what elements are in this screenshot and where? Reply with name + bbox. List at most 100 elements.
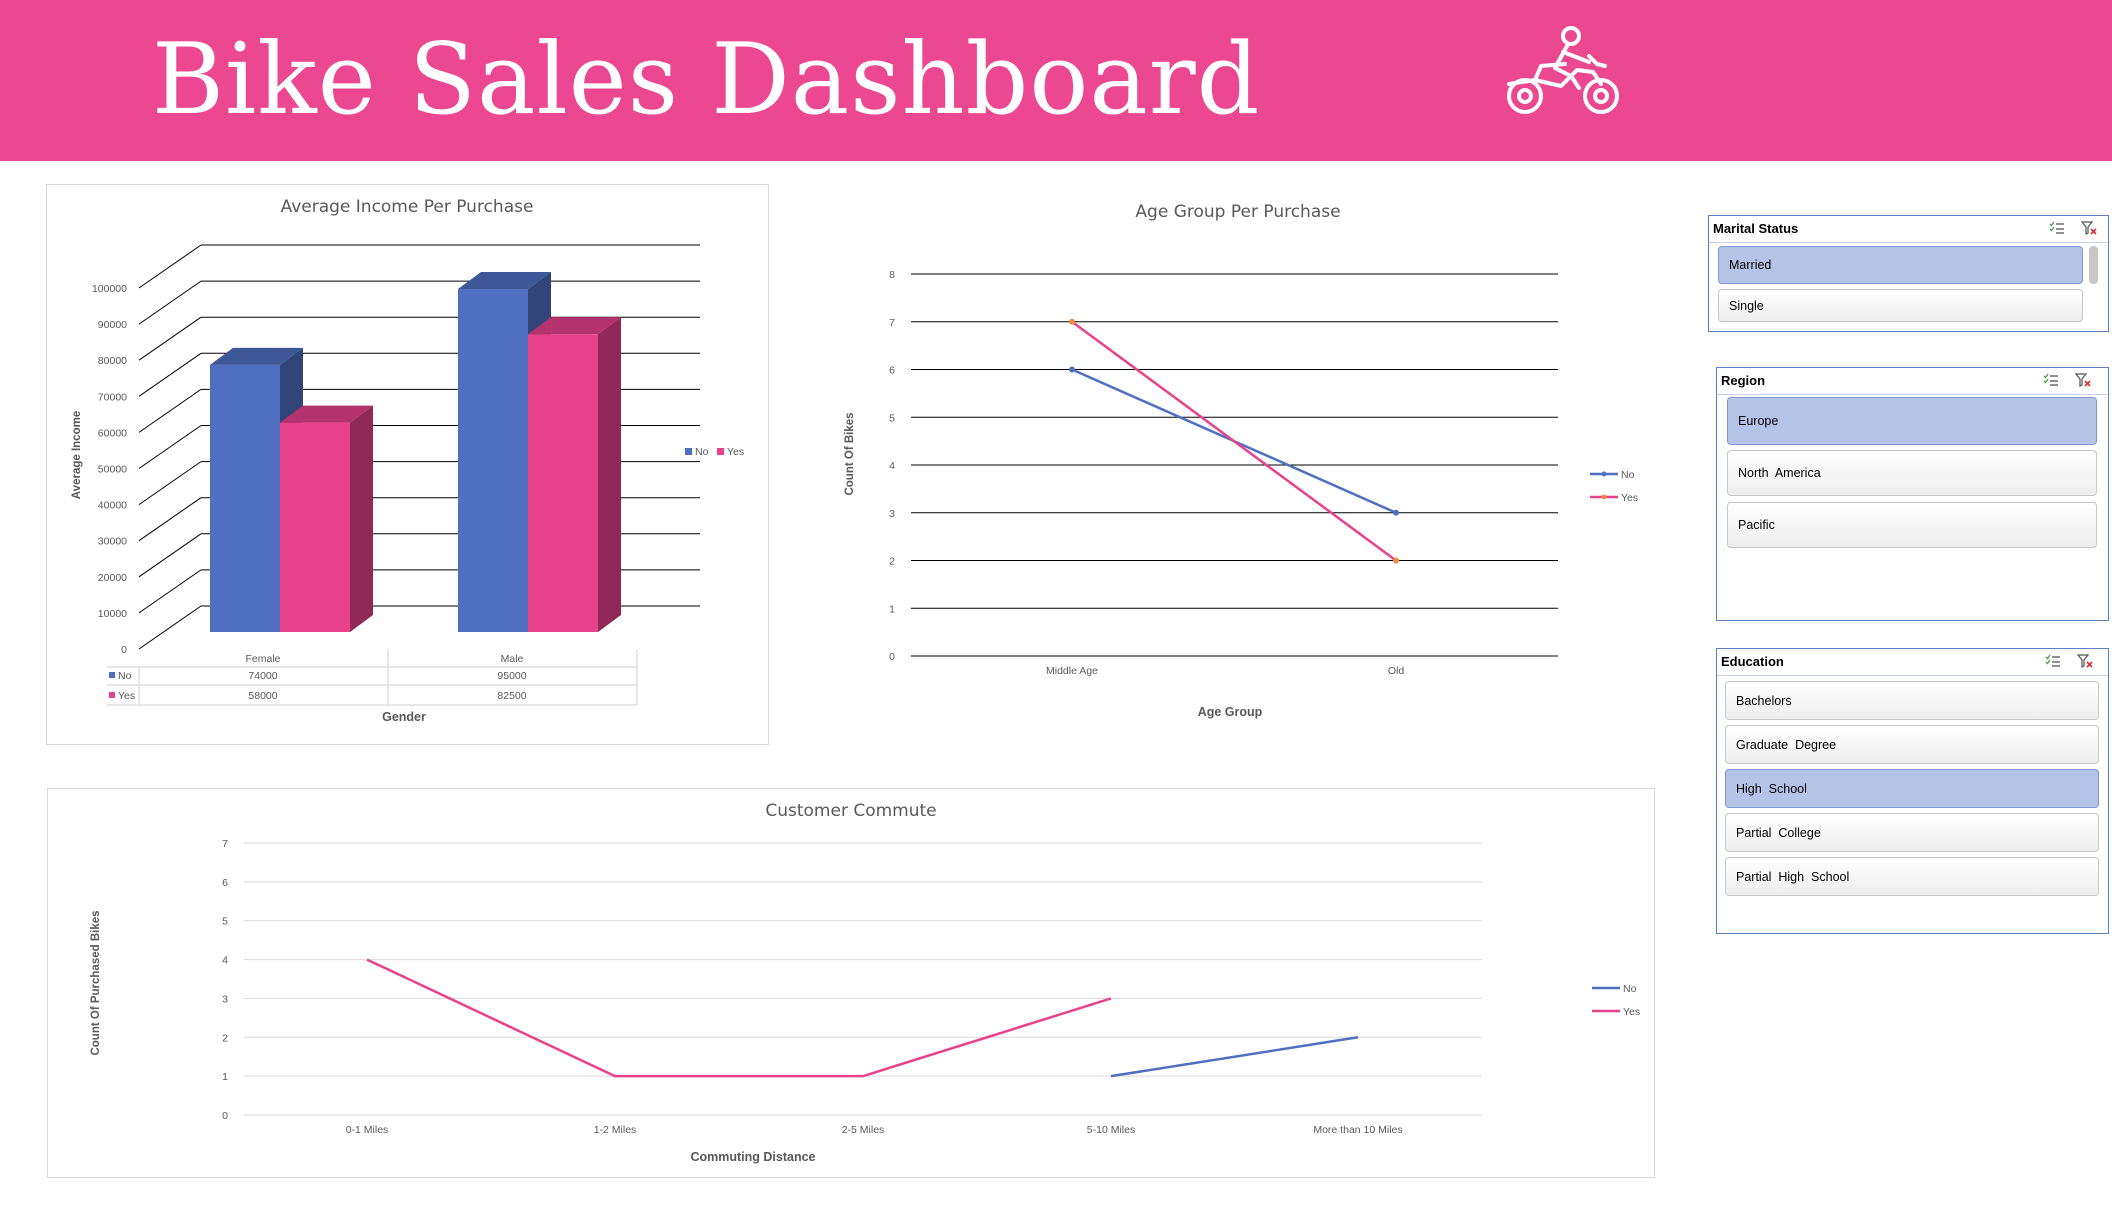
age-point-no: [1069, 366, 1075, 373]
commute-y-tick: 5: [222, 916, 228, 928]
slicer-item-high-school[interactable]: High School: [1725, 769, 2099, 808]
commute-y-tick: 2: [222, 1032, 228, 1044]
slicer-item-bachelors[interactable]: Bachelors: [1725, 681, 2099, 720]
age-y-tick: 8: [889, 269, 895, 281]
age-legend-yes-marker: [1601, 494, 1607, 500]
commute-series-yes: [366, 958, 1112, 1078]
legend-yes-label: Yes: [727, 446, 744, 458]
bar-yes-female: [280, 422, 350, 632]
commute-x-tick: 5-10 Miles: [1087, 1124, 1135, 1136]
clear-filter-icon[interactable]: [2081, 221, 2097, 235]
slicer-header: Marital Status: [1709, 216, 2108, 243]
table-yes-swatch: [109, 692, 115, 698]
bar-side-yes-female: [350, 405, 373, 632]
income-y-axis-label: Average Income: [71, 411, 83, 499]
multi-select-icon[interactable]: [2043, 373, 2059, 387]
income-y-tick: 30000: [98, 536, 127, 548]
multi-select-icon[interactable]: [2045, 654, 2061, 668]
table-row-no-label: No: [118, 670, 132, 682]
motorbike-rider-icon: [1507, 26, 1619, 114]
age-x-axis-label: Age Group: [1198, 705, 1263, 719]
age-series-yes: [1071, 320, 1397, 562]
income-gridline-diagonal: [138, 352, 202, 397]
age-chart-title: Age Group Per Purchase: [1135, 202, 1340, 222]
commute-y-axis-label: Count Of Purchased Bikes: [90, 910, 102, 1055]
slicer-scrollbar[interactable]: [2089, 246, 2098, 284]
commute-legend-no-label: No: [1623, 983, 1637, 995]
slicer-item-europe[interactable]: Europe: [1727, 397, 2097, 445]
age-y-tick: 5: [889, 412, 895, 424]
commute-chart-title: Customer Commute: [765, 801, 936, 821]
table-cell-male-yes: 82500: [497, 690, 526, 702]
income-y-tick: 40000: [98, 500, 127, 512]
income-y-tick: 60000: [98, 427, 127, 439]
age-y-tick: 6: [889, 365, 895, 377]
slicer-item-partial-college[interactable]: Partial College: [1725, 813, 2099, 852]
table-cell-male-no: 95000: [497, 670, 526, 682]
income-y-tick: 80000: [98, 355, 127, 367]
slicer-title: Region: [1721, 373, 1766, 388]
income-x-tick: Male: [501, 653, 524, 665]
legend-no-label: No: [695, 446, 709, 458]
clear-filter-icon[interactable]: [2075, 373, 2091, 387]
income-gridline-diagonal: [138, 461, 202, 506]
legend-yes-swatch: [717, 448, 724, 455]
slicer-title: Marital Status: [1713, 221, 1799, 236]
slicer-item-graduate-degree[interactable]: Graduate Degree: [1725, 725, 2099, 764]
dashboard-title: Bike Sales Dashboard: [152, 23, 1261, 137]
income-y-tick: 50000: [98, 464, 127, 476]
income-gridline-diagonal: [138, 280, 202, 325]
commute-chart-panel: Customer Commute 0 1 2 3 4 5 6 7 0-1 Miles 1-2 Mi…: [47, 788, 1655, 1178]
age-point-yes: [1393, 557, 1399, 564]
slicer-item-married[interactable]: Married: [1718, 246, 2083, 284]
slicer-item-partial-high-school[interactable]: Partial High School: [1725, 857, 2099, 896]
slicer-header: Education: [1717, 649, 2108, 676]
age-y-tick: 3: [889, 508, 895, 520]
income-chart: Average Income Per Purchase 0 10000 20000 3…: [71, 197, 744, 724]
age-legend-yes-label: Yes: [1621, 492, 1638, 504]
region-slicer: Region Europe North America Pacific: [1716, 367, 2109, 621]
income-y-tick: 20000: [98, 572, 127, 584]
income-y-tick: 10000: [98, 608, 127, 620]
commute-y-tick: 3: [222, 993, 228, 1005]
commute-x-tick: 2-5 Miles: [842, 1124, 885, 1136]
age-y-tick: 1: [889, 603, 895, 615]
bar-side-yes-male: [598, 317, 621, 632]
table-cell-female-yes: 58000: [248, 690, 277, 702]
income-gridline-diagonal: [138, 605, 202, 650]
income-gridline-diagonal: [138, 497, 202, 542]
income-gridline-diagonal: [138, 244, 202, 289]
slicer-item-single[interactable]: Single: [1718, 289, 2083, 322]
income-gridline-diagonal: [138, 316, 202, 361]
clear-filter-icon[interactable]: [2077, 654, 2093, 668]
commute-x-axis-label: Commuting Distance: [690, 1150, 815, 1164]
slicer-item-north-america[interactable]: North America: [1727, 450, 2097, 496]
income-gridline-diagonal: [138, 425, 202, 469]
income-gridline-diagonal: [138, 569, 202, 614]
multi-select-icon[interactable]: [2049, 221, 2065, 235]
income-chart-title: Average Income Per Purchase: [281, 197, 534, 217]
age-chart: Age Group Per Purchase 0 1 2 3 4 5 6 7 8 Middle A…: [844, 202, 1638, 719]
slicer-title: Education: [1721, 654, 1784, 669]
age-y-tick: 7: [889, 317, 895, 329]
slicer-item-pacific[interactable]: Pacific: [1727, 502, 2097, 548]
dashboard-header: Bike Sales Dashboard: [0, 0, 2112, 161]
commute-y-tick: 6: [222, 877, 228, 889]
commute-x-tick: More than 10 Miles: [1313, 1124, 1402, 1136]
age-x-tick: Old: [1388, 665, 1405, 677]
slicer-header: Region: [1717, 368, 2108, 395]
bar-no-male: [458, 289, 528, 632]
age-x-tick: Middle Age: [1046, 665, 1098, 677]
commute-y-tick: 4: [222, 955, 228, 967]
table-no-swatch: [109, 672, 115, 678]
commute-x-tick: 1-2 Miles: [594, 1124, 637, 1136]
legend-no-swatch: [685, 448, 692, 455]
commute-chart: Customer Commute 0 1 2 3 4 5 6 7 0-1 Miles 1-2 Mi…: [90, 801, 1640, 1164]
bar-yes-male: [528, 334, 598, 632]
age-y-axis-label: Count Of Bikes: [844, 412, 856, 495]
age-chart-panel: Age Group Per Purchase 0 1 2 3 4 5 6 7 8 Middle A…: [820, 184, 1640, 743]
age-y-tick: 2: [889, 556, 895, 568]
age-point-yes: [1069, 318, 1075, 325]
age-y-tick: 0: [889, 651, 895, 663]
income-y-tick: 90000: [98, 319, 127, 331]
